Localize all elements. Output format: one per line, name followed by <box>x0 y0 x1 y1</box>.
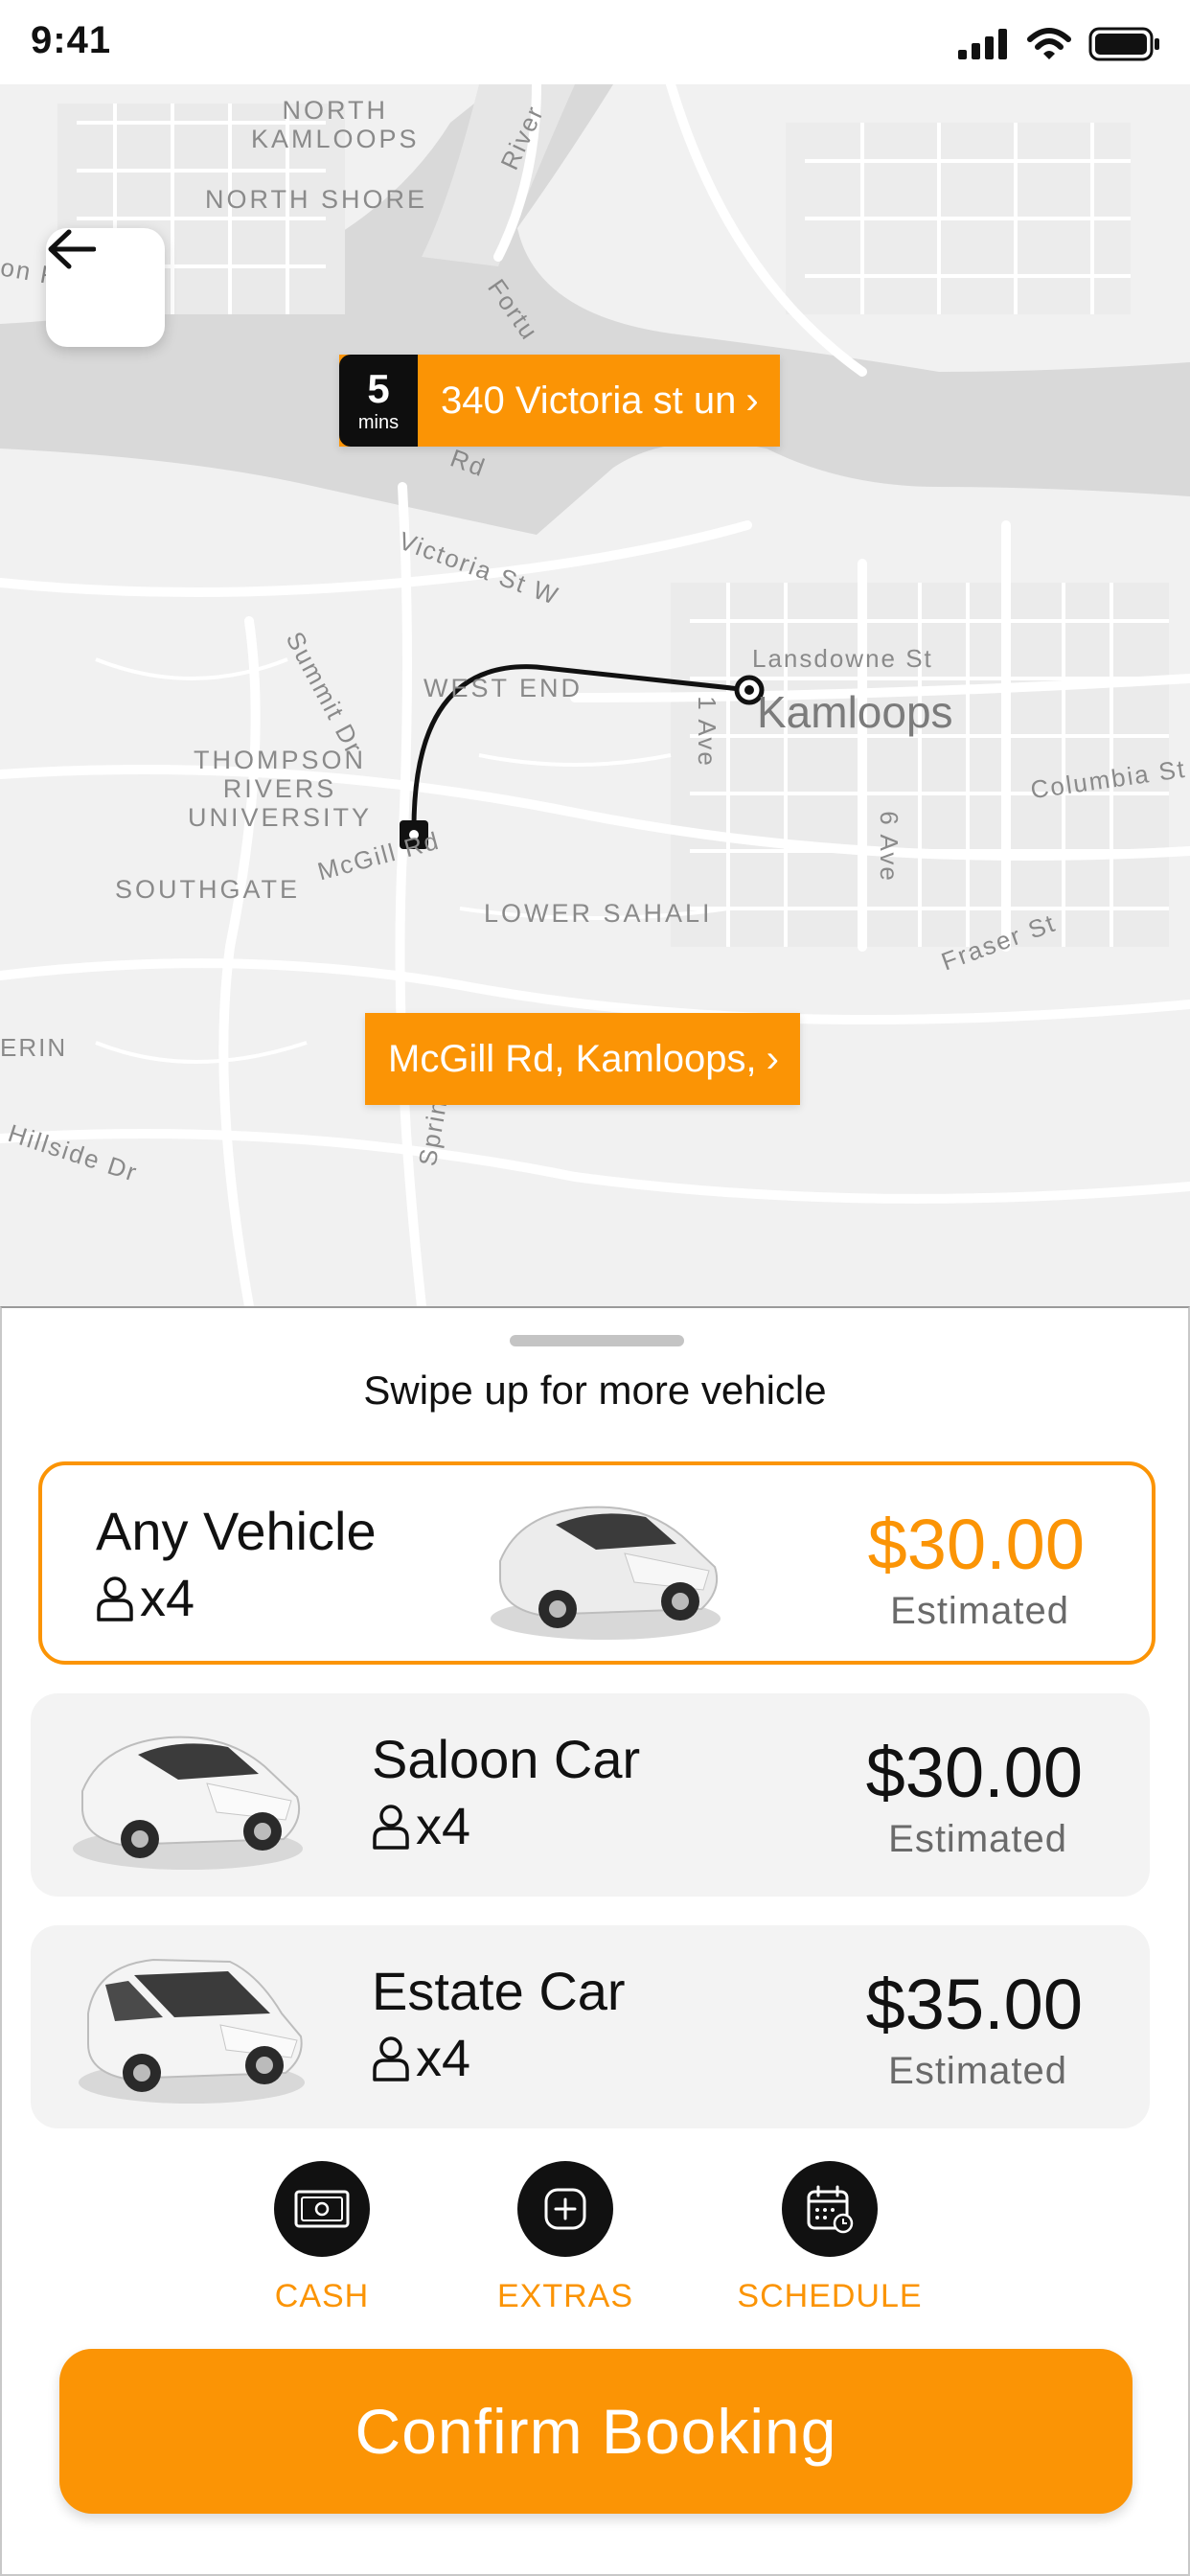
vehicle-option-estate-car[interactable]: Estate Car x4 $35.00 Estimated <box>31 1925 1150 2128</box>
vehicle-bottom-sheet[interactable]: Swipe up for more vehicle Any Vehicle x4… <box>0 1306 1190 2576</box>
status-bar: 9:41 <box>0 0 1190 84</box>
chevron-right-icon: › <box>766 1037 779 1080</box>
map-area-label: LOWER SAHALI <box>484 899 713 928</box>
map-street-label: ERIN <box>0 1033 68 1062</box>
back-arrow-icon <box>48 229 96 269</box>
map-area-label: NORTH SHORE <box>205 185 428 214</box>
vehicle-price: $35.00 <box>865 1965 1083 2044</box>
sedan-car-image <box>491 1506 721 1640</box>
vehicle-capacity-count: x4 <box>140 1570 195 1627</box>
pickup-address: 340 Victoria st un <box>441 379 737 422</box>
dropoff-address: McGill Rd, Kamloops, <box>388 1037 757 1080</box>
vehicle-capacity-count: x4 <box>416 2030 471 2087</box>
status-time: 9:41 <box>31 19 112 61</box>
pickup-address-pill[interactable]: 5 mins 340 Victoria st un › <box>339 355 780 447</box>
cash-icon <box>274 2161 370 2257</box>
vehicle-name: Saloon Car <box>372 1729 641 1789</box>
map-area-label: SOUTHGATE <box>115 875 301 904</box>
vehicle-estimate-label: Estimated <box>890 1590 1069 1632</box>
eta-unit: mins <box>357 412 400 433</box>
vehicle-capacity: x4 <box>372 1797 470 1856</box>
eta-number: 5 <box>367 366 390 411</box>
cash-label: CASH <box>274 2278 370 2314</box>
person-icon <box>373 1805 409 1850</box>
extras-option-button[interactable]: EXTRAS <box>460 2161 671 2315</box>
cellular-signal-icon <box>958 29 1007 59</box>
chevron-right-icon: › <box>745 379 759 422</box>
vehicle-option-any-vehicle[interactable]: Any Vehicle x4 $30.00 Estimated <box>38 1461 1156 1665</box>
vehicle-name: Estate Car <box>372 1961 626 2021</box>
schedule-label: SCHEDULE <box>737 2278 923 2314</box>
cash-option-button[interactable]: CASH <box>217 2161 427 2315</box>
person-icon <box>373 2036 409 2082</box>
vehicle-capacity-count: x4 <box>416 1798 471 1855</box>
vehicle-capacity: x4 <box>96 1569 195 1628</box>
vehicle-option-saloon-car[interactable]: Saloon Car x4 $30.00 Estimated <box>31 1693 1150 1897</box>
vehicle-capacity: x4 <box>372 2029 470 2088</box>
swipe-hint: Swipe up for more vehicle <box>363 1368 827 1413</box>
map-street-label: Lansdowne St <box>752 644 933 673</box>
person-icon <box>97 1576 133 1622</box>
map-area-label: NORTH KAMLOOPS <box>251 96 420 153</box>
map-street-label: 1 Ave <box>692 696 721 768</box>
sedan-car-image <box>73 1736 303 1870</box>
back-button[interactable] <box>46 228 165 347</box>
confirm-booking-button[interactable]: Confirm Booking <box>59 2349 1133 2514</box>
wifi-icon <box>1027 28 1071 59</box>
plus-icon <box>517 2161 613 2257</box>
vehicle-price: $30.00 <box>867 1505 1085 1584</box>
calendar-icon <box>782 2161 878 2257</box>
map-street-label: 6 Ave <box>874 811 904 883</box>
map-city-label: Kamloops <box>757 687 953 737</box>
vehicle-estimate-label: Estimated <box>888 2050 1067 2092</box>
vehicle-price: $30.00 <box>865 1733 1083 1812</box>
map-view[interactable]: NORTH KAMLOOPS NORTH SHORE WEST END THOMP… <box>0 84 1190 1306</box>
battery-icon <box>1088 27 1159 61</box>
dropoff-address-pill[interactable]: McGill Rd, Kamloops, › <box>365 1013 800 1105</box>
estate-car-image <box>79 1958 305 2104</box>
extras-label: EXTRAS <box>496 2278 634 2314</box>
schedule-option-button[interactable]: SCHEDULE <box>724 2161 935 2315</box>
booking-options: CASH EXTRAS SCHEDULE <box>2 2161 1188 2314</box>
eta-badge: 5 mins <box>339 355 418 447</box>
sheet-grabber-handle[interactable] <box>510 1335 684 1346</box>
status-icons <box>958 25 1161 63</box>
map-area-label: WEST END <box>423 674 584 702</box>
vehicle-name: Any Vehicle <box>96 1501 377 1561</box>
map-roads <box>0 84 1190 1306</box>
vehicle-estimate-label: Estimated <box>888 1818 1067 1860</box>
